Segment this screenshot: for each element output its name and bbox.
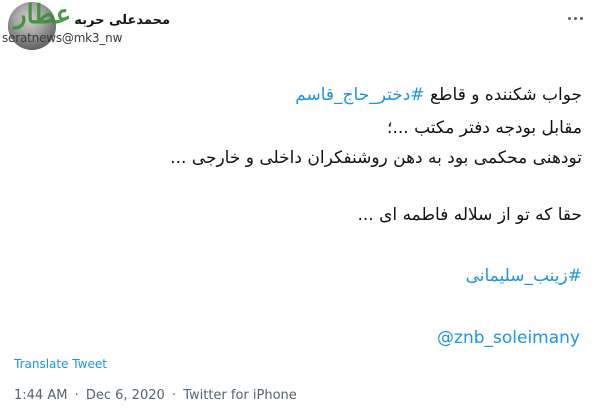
more-dot bbox=[568, 16, 571, 20]
translate-tweet-link[interactable]: Translate Tweet bbox=[14, 357, 107, 371]
watermark-logo: عطار bbox=[14, 0, 72, 30]
watermark-site: seratnews@mk3_nw bbox=[2, 31, 122, 45]
more-dot bbox=[574, 16, 577, 20]
hashtag-link-2[interactable]: #زینب_سلیمانی bbox=[466, 266, 582, 286]
tweet-source[interactable]: Twitter for iPhone bbox=[183, 388, 297, 403]
tweet-meta: 1:44 AM · Dec 6, 2020 · Twitter for iPho… bbox=[14, 388, 297, 403]
meta-separator: · bbox=[171, 388, 177, 403]
watermark-handle: @mk3_nw bbox=[61, 31, 123, 45]
tweet-line-2: مقابل بودجه دفتر مکتب ...؛ bbox=[387, 118, 582, 138]
tweet-line-1-text: جواب شکننده و قاطع bbox=[429, 85, 582, 105]
author-display-name[interactable]: محمدعلی حربه bbox=[64, 13, 170, 28]
hashtag-link[interactable]: #دختر_حاج_قاسم bbox=[295, 85, 424, 105]
mention-link[interactable]: @znb_soleimany bbox=[437, 328, 580, 348]
more-dot bbox=[580, 16, 583, 20]
tweet-time[interactable]: 1:44 AM bbox=[14, 388, 67, 403]
watermark-site-text: seratnews bbox=[2, 31, 62, 45]
tweet-line-3: تودهنی محکمی بود به دهن روشنفکران داخلی … bbox=[170, 148, 582, 168]
more-options-icon[interactable] bbox=[568, 14, 590, 22]
tweet-date[interactable]: Dec 6, 2020 bbox=[86, 388, 165, 403]
tweet-line-1: جواب شکننده و قاطع #دختر_حاج_قاسم bbox=[295, 85, 582, 105]
tweet-line-4: حقا که تو از سلاله فاطمه ای ... bbox=[357, 205, 582, 225]
meta-separator: · bbox=[74, 388, 79, 403]
